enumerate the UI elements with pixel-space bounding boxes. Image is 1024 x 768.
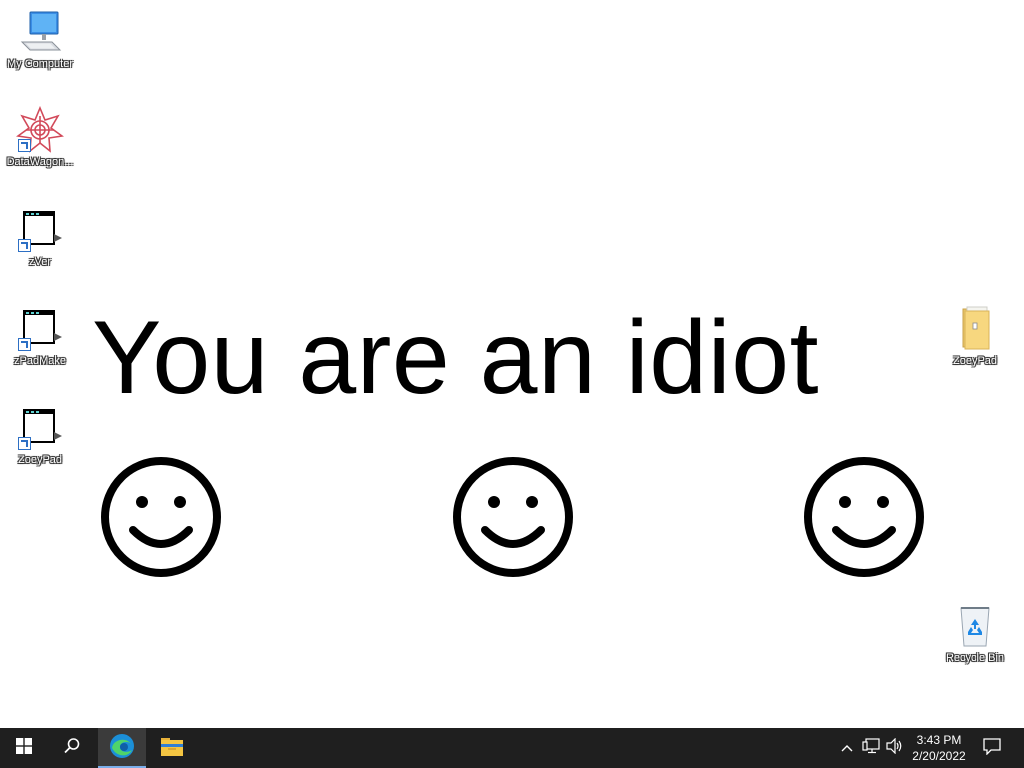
shortcut-arrow-icon	[18, 139, 31, 152]
shortcut-arrow-icon	[18, 338, 31, 351]
window-app-icon	[16, 206, 64, 254]
desktop-icon-label: ZoeyPad	[952, 355, 998, 367]
popup-message: You are an idiot	[92, 300, 819, 416]
desktop-icon-label: zPadMake	[14, 355, 66, 367]
show-hidden-icons-button[interactable]	[837, 728, 857, 768]
search-icon	[63, 737, 81, 760]
volume-button[interactable]	[884, 728, 906, 768]
folder-icon	[951, 305, 999, 353]
shortcut-arrow-icon	[18, 239, 31, 252]
shortcut-arrow-icon	[18, 437, 31, 450]
desktop-icon-zver[interactable]: zVer	[1, 206, 79, 269]
desktop-icon-label: ZoeyPad	[17, 454, 63, 466]
desktop-icon-recycle-bin[interactable]: Recycle Bin	[936, 602, 1014, 665]
clock-time: 3:43 PM	[916, 733, 962, 747]
desktop-icon-datawagon[interactable]: DataWagon...	[1, 105, 79, 169]
smiley-icon	[100, 456, 222, 578]
taskbar-edge-button[interactable]	[98, 728, 146, 768]
action-center-button[interactable]	[978, 728, 1006, 768]
edge-browser-icon	[109, 733, 135, 764]
desktop-icon-label: My Computer	[6, 58, 74, 70]
computer-icon	[16, 8, 64, 56]
taskbar-file-explorer-button[interactable]	[148, 728, 196, 768]
datawagon-icon	[15, 105, 65, 154]
desktop-icon-label: zVer	[28, 256, 51, 268]
start-button[interactable]	[0, 728, 48, 768]
notification-icon	[983, 737, 1001, 760]
desktop-icon-zoeypad-folder[interactable]: ZoeyPad	[936, 305, 1014, 368]
desktop-icon-label: DataWagon...	[6, 156, 74, 168]
network-button[interactable]	[860, 728, 882, 768]
window-app-icon	[16, 305, 64, 353]
search-button[interactable]	[48, 728, 96, 768]
window-app-icon	[16, 404, 64, 452]
desktop-icon-zoeypad-shortcut[interactable]: ZoeyPad	[1, 404, 79, 467]
recycle-bin-icon	[951, 602, 999, 650]
smiley-icon	[803, 456, 925, 578]
clock-date: 2/20/2022	[912, 749, 966, 763]
desktop-icon-zpadmake[interactable]: zPadMake	[1, 305, 79, 368]
network-icon	[862, 737, 880, 759]
windows-start-icon	[16, 737, 32, 759]
desktop: My Computer DataWagon... zVer zPadMake Z…	[0, 0, 1024, 728]
chevron-up-icon	[841, 739, 853, 757]
taskbar-clock[interactable]: 3:43 PM 2/20/2022	[904, 732, 974, 764]
smiley-icon	[452, 456, 574, 578]
desktop-icon-label: Recycle Bin	[945, 652, 1005, 664]
desktop-icon-my-computer[interactable]: My Computer	[1, 8, 79, 71]
taskbar: 3:43 PM 2/20/2022	[0, 728, 1024, 768]
file-explorer-icon	[160, 735, 184, 762]
volume-icon	[886, 737, 904, 759]
